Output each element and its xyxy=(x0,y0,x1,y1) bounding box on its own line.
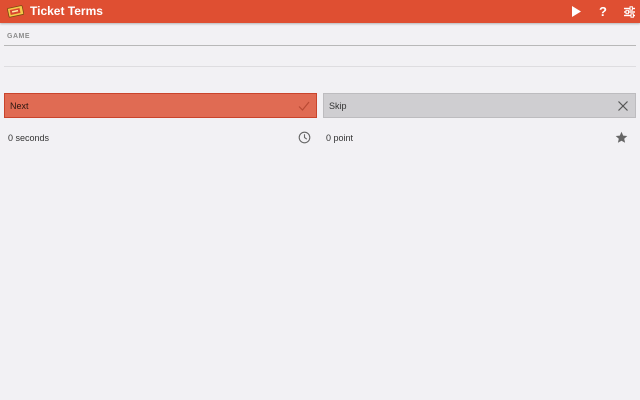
next-button[interactable]: Next xyxy=(4,93,317,118)
close-icon xyxy=(618,101,628,111)
section-header-game: GAME xyxy=(7,33,30,40)
app-title: Ticket Terms xyxy=(30,4,103,18)
help-button[interactable]: ? xyxy=(593,2,613,21)
play-icon xyxy=(572,6,581,17)
app-window: Ticket Terms ? GAME Next Skip 0 seconds … xyxy=(0,0,640,400)
ticket-icon xyxy=(7,5,24,18)
action-bar: Ticket Terms ? xyxy=(0,0,640,23)
time-counter: 0 seconds xyxy=(8,133,50,143)
points-counter: 0 point xyxy=(326,133,354,143)
section-divider xyxy=(4,45,636,46)
skip-button-label: Skip xyxy=(329,100,347,111)
star-icon xyxy=(615,131,628,143)
clock-icon xyxy=(298,131,311,144)
next-button-label: Next xyxy=(10,100,29,111)
settings-button[interactable] xyxy=(619,2,639,21)
help-icon: ? xyxy=(599,4,607,19)
settings-sliders-icon xyxy=(623,5,635,18)
term-divider xyxy=(4,66,636,67)
check-icon xyxy=(298,101,310,111)
play-button[interactable] xyxy=(566,2,586,21)
skip-button[interactable]: Skip xyxy=(323,93,636,118)
